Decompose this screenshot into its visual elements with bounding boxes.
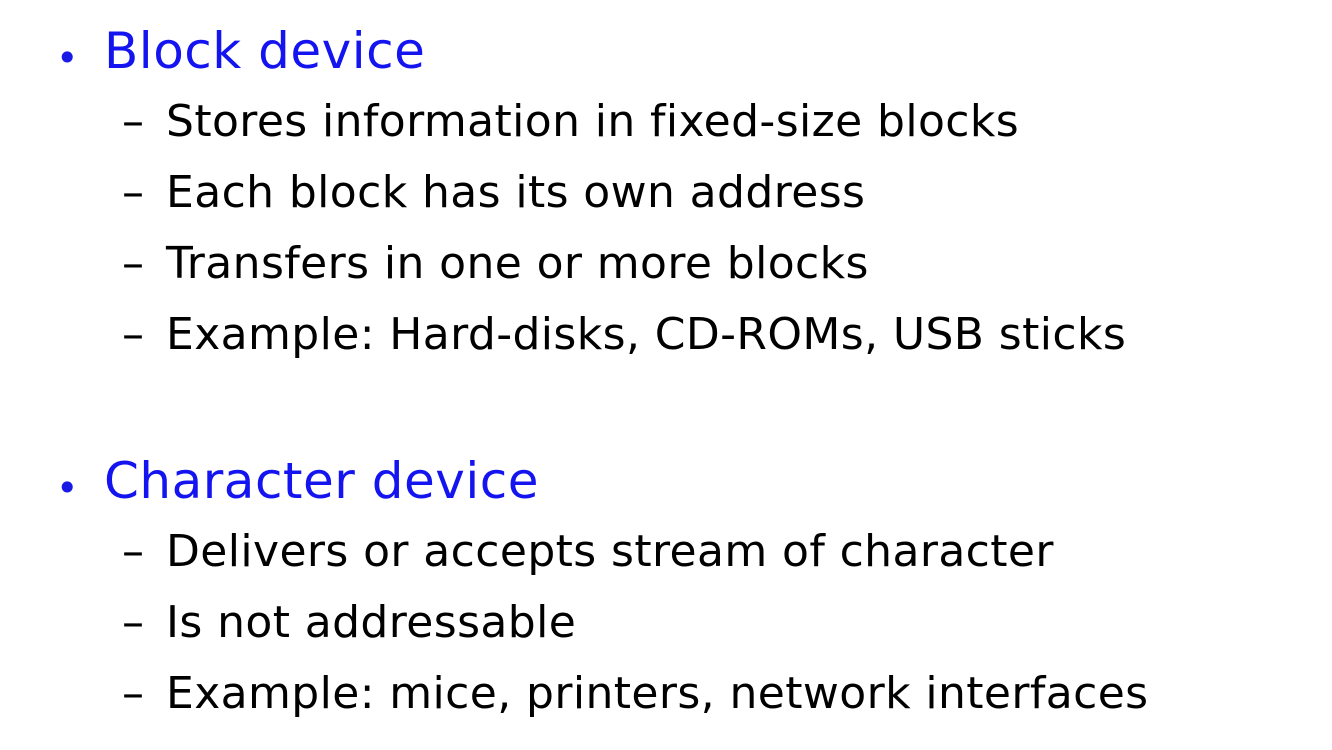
list-item: – Each block has its own address: [0, 157, 1332, 228]
dash-icon: –: [122, 309, 144, 360]
list-item: – Stores information in fixed-size block…: [0, 86, 1332, 157]
block-device-list: – Stores information in fixed-size block…: [0, 86, 1332, 370]
list-item-text: Delivers or accepts stream of character: [166, 526, 1054, 577]
list-item-text: Each block has its own address: [166, 167, 866, 218]
list-item: – Transfers in one or more blocks: [0, 228, 1332, 299]
bullet-dot-icon: •: [56, 466, 79, 510]
dash-icon: –: [122, 668, 144, 719]
bullet-heading-row: • Character device: [0, 440, 1332, 516]
heading-block-device: Block device: [104, 22, 426, 80]
character-device-list: – Delivers or accepts stream of characte…: [0, 516, 1332, 729]
bullet-heading-row: • Block device: [0, 10, 1332, 86]
dash-icon: –: [122, 96, 144, 147]
dash-icon: –: [122, 597, 144, 648]
list-item-text: Transfers in one or more blocks: [166, 238, 869, 289]
slide: • Block device – Stores information in f…: [0, 0, 1332, 750]
list-item-text: Stores information in fixed-size blocks: [166, 96, 1020, 147]
dash-icon: –: [122, 526, 144, 577]
list-item: – Example: mice, printers, network inter…: [0, 658, 1332, 729]
dash-icon: –: [122, 238, 144, 289]
dash-icon: –: [122, 167, 144, 218]
heading-character-device: Character device: [104, 452, 539, 510]
list-item: – Delivers or accepts stream of characte…: [0, 516, 1332, 587]
list-item: – Is not addressable: [0, 587, 1332, 658]
section-character-device: • Character device – Delivers or accepts…: [0, 440, 1332, 729]
list-item-text: Example: mice, printers, network interfa…: [166, 668, 1149, 719]
bullet-dot-icon: •: [56, 36, 79, 80]
section-block-device: • Block device – Stores information in f…: [0, 10, 1332, 370]
list-item: – Example: Hard-disks, CD-ROMs, USB stic…: [0, 299, 1332, 370]
list-item-text: Is not addressable: [166, 597, 577, 648]
list-item-text: Example: Hard-disks, CD-ROMs, USB sticks: [166, 309, 1127, 360]
